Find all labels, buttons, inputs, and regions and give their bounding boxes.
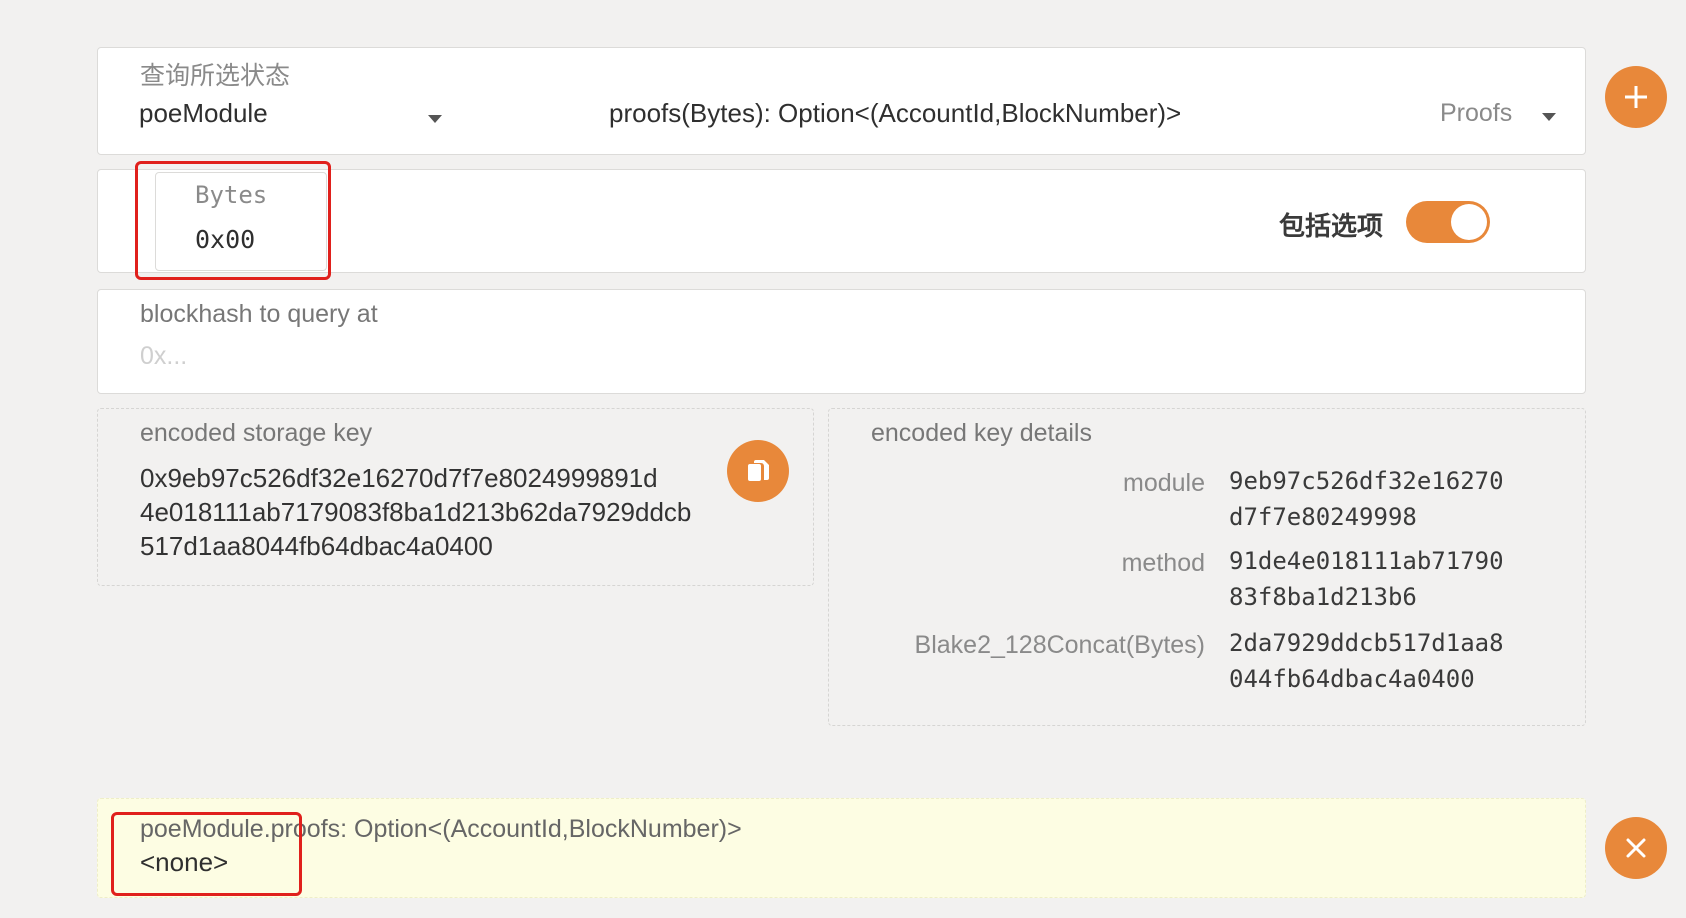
bytes-input-value: 0x00 [195, 225, 256, 254]
method-select[interactable]: proofs(Bytes): Option<(AccountId,BlockNu… [498, 93, 1587, 143]
key-detail-name-method: method [1121, 549, 1205, 577]
blockhash-placeholder: 0x... [140, 342, 188, 370]
method-select-hint: Proofs [1440, 99, 1513, 127]
key-detail-value-hasher-1: 2da7929ddcb517d1aa8 [1229, 629, 1504, 657]
toggle-knob [1451, 204, 1487, 240]
copy-key-button[interactable] [727, 440, 789, 502]
storage-key-line-3: 517d1aa8044fb64dbac4a0400 [140, 531, 493, 561]
bytes-input-label: Bytes [195, 181, 268, 209]
key-detail-name-hasher: Blake2_128Concat(Bytes) [914, 631, 1205, 659]
copy-icon [748, 460, 769, 481]
result-title: poeModule.proofs: Option<(AccountId,Bloc… [140, 815, 742, 843]
module-select[interactable]: poeModule [98, 93, 448, 143]
bytes-input[interactable]: Bytes 0x00 [155, 172, 327, 271]
blockhash-label: blockhash to query at [140, 300, 378, 328]
query-result-panel: poeModule.proofs: Option<(AccountId,Bloc… [97, 798, 1586, 898]
query-selector-card: 查询所选状态 poeModule proofs(Bytes): Option<(… [97, 47, 1586, 155]
key-detail-value-method-2: 83f8ba1d213b6 [1229, 583, 1417, 611]
chevron-down-icon [428, 115, 442, 123]
storage-key-line-2: 4e018111ab7179083f8ba1d213b62da7929ddcb [140, 497, 692, 527]
close-icon [1626, 838, 1646, 858]
encoded-key-details-panel: encoded key details module 9eb97c526df32… [828, 408, 1586, 726]
module-select-value: poeModule [139, 98, 268, 128]
storage-key-label: encoded storage key [140, 419, 373, 447]
key-detail-name-module: module [1123, 469, 1205, 497]
plus-icon [1625, 86, 1647, 108]
key-detail-value-method-1: 91de4e018111ab71790 [1229, 547, 1504, 575]
encoded-storage-key-panel: encoded storage key 0x9eb97c526df32e1627… [97, 408, 814, 586]
add-query-button[interactable] [1605, 66, 1667, 128]
key-detail-value-hasher-2: 044fb64dbac4a0400 [1229, 665, 1475, 693]
param-card: Bytes 0x00 包括选项 [97, 169, 1586, 273]
close-result-button[interactable] [1605, 817, 1667, 879]
include-option-toggle[interactable] [1406, 201, 1490, 243]
query-section-label: 查询所选状态 [140, 62, 291, 90]
include-option-label: 包括选项 [1279, 211, 1384, 241]
storage-key-line-1: 0x9eb97c526df32e16270d7f7e8024999891d [140, 463, 658, 493]
method-select-value: proofs(Bytes): Option<(AccountId,BlockNu… [609, 98, 1182, 128]
key-details-label: encoded key details [871, 419, 1092, 447]
blockhash-card[interactable]: blockhash to query at 0x... [97, 289, 1586, 394]
key-detail-value-module-1: 9eb97c526df32e16270 [1229, 467, 1504, 495]
key-detail-value-module-2: d7f7e80249998 [1229, 503, 1417, 531]
chevron-down-icon [1542, 113, 1556, 121]
result-value: <none> [140, 847, 229, 877]
